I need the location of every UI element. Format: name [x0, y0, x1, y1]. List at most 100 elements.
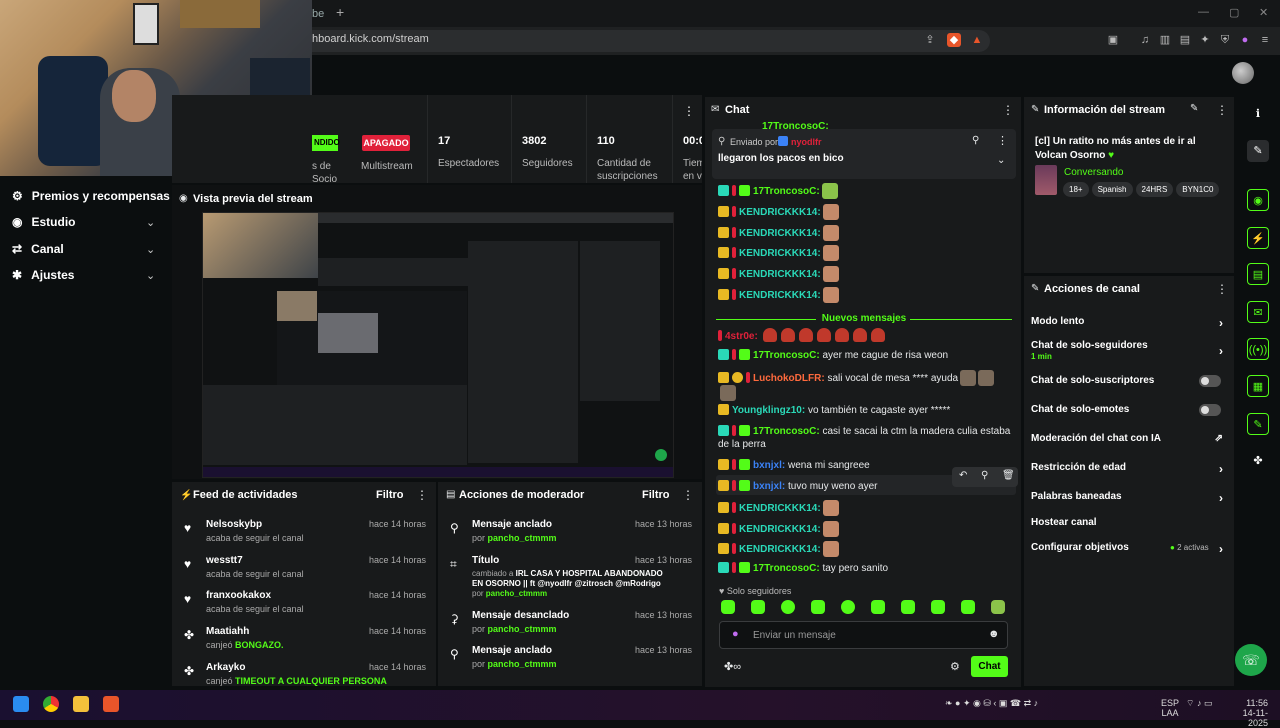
brave-shield-icon[interactable]: ◆	[947, 33, 961, 47]
chat-user[interactable]: KENDRICKKK14:	[739, 544, 821, 555]
more-icon[interactable]: ⋮	[416, 488, 428, 502]
feed-user[interactable]: wesstt7	[206, 555, 243, 566]
windows-start-icon[interactable]	[13, 696, 29, 712]
info-icon[interactable]: ℹ	[1247, 103, 1269, 125]
chat-user[interactable]: KENDRICKKK14:	[739, 207, 821, 218]
unpin-button[interactable]: ⚲	[972, 135, 979, 146]
chevron-down-icon[interactable]: ⌄	[997, 155, 1005, 166]
sidebar-item-rewards[interactable]: ⚙ Premios y recompensas	[12, 187, 170, 205]
edit-icon[interactable]: ✎	[1247, 140, 1269, 162]
feed-filter-button[interactable]: Filtro	[376, 489, 404, 501]
file-explorer-icon[interactable]	[73, 696, 89, 712]
slow-mode-row[interactable]: Modo lento ›	[1031, 316, 1227, 330]
emote-button[interactable]	[931, 600, 945, 614]
emote-button[interactable]	[841, 600, 855, 614]
more-icon[interactable]: ⋮	[1002, 103, 1014, 117]
sidebar-icon[interactable]: ▥	[1158, 33, 1172, 47]
emote-button[interactable]	[781, 600, 795, 614]
tag[interactable]: 18+	[1063, 182, 1089, 197]
chat-user[interactable]: 17TroncosoC:	[753, 563, 820, 574]
screen-icon[interactable]: ▣	[1106, 33, 1120, 47]
ai-moderation-row[interactable]: Moderación del chat con IA ⇗	[1031, 433, 1227, 447]
more-icon[interactable]: ⋮	[1216, 103, 1228, 117]
gear-icon[interactable]: ⚙	[950, 660, 960, 673]
language-indicator[interactable]: ESP LAA	[1161, 698, 1179, 718]
new-tab-button[interactable]: +	[336, 4, 344, 20]
category-name[interactable]: Conversando	[1064, 167, 1123, 178]
support-button[interactable]: ☏	[1235, 644, 1267, 676]
feed-user[interactable]: Maatiahh	[206, 626, 249, 637]
share-icon[interactable]: ⇪	[923, 33, 937, 47]
more-icon[interactable]: ⋮	[682, 488, 694, 502]
bolt-icon[interactable]: ⚡	[1247, 227, 1269, 249]
edit-icon[interactable]: ✎	[1190, 103, 1198, 114]
moderator-name[interactable]: pancho_ctmmm	[488, 533, 557, 543]
maximize-icon[interactable]: ▢	[1229, 6, 1239, 19]
emote-button[interactable]	[721, 600, 735, 614]
chat-user[interactable]: bxnjxl:	[753, 460, 785, 471]
broadcast-icon[interactable]: ((•))	[1247, 338, 1269, 360]
emote-button[interactable]	[871, 600, 885, 614]
menu-icon[interactable]: ≡	[1258, 33, 1272, 47]
close-icon[interactable]: ✕	[1259, 6, 1268, 19]
extensions-icon[interactable]: ✦	[1198, 33, 1212, 47]
sidebar-item-settings[interactable]: ✱ Ajustes	[12, 266, 74, 284]
moderator-name[interactable]: pancho_ctmmm	[488, 624, 557, 634]
minimize-icon[interactable]: —	[1198, 6, 1209, 18]
chevron-down-icon[interactable]: ⌄	[146, 269, 155, 282]
wrench-icon[interactable]: ✎	[1247, 413, 1269, 435]
goals-row[interactable]: Configurar objetivos ● 2 activas ›	[1031, 542, 1227, 556]
emote-button[interactable]	[901, 600, 915, 614]
chat-icon[interactable]: ✉	[1247, 301, 1269, 323]
music-icon[interactable]: ♫	[1138, 33, 1152, 47]
layout-icon[interactable]: ▦	[1247, 375, 1269, 397]
chrome-icon[interactable]	[43, 696, 59, 712]
moderator-name[interactable]: pancho_ctmmm	[486, 589, 547, 598]
chat-user[interactable]: 17TroncosoC:	[753, 426, 820, 437]
emote-button[interactable]	[991, 600, 1005, 614]
chat-user[interactable]: KENDRICKKK14:	[739, 269, 821, 280]
brave-rewards-icon[interactable]: ▲	[970, 33, 984, 47]
chat-user[interactable]: 17TroncosoC:	[753, 186, 820, 197]
chat-user[interactable]: KENDRICKKK14:	[739, 248, 821, 259]
emoji-icon[interactable]: ☻	[988, 628, 1000, 640]
pinned-message[interactable]: ⚲ Enviado por nyodlfr llegaron los pacos…	[712, 129, 1016, 179]
mod-filter-button[interactable]: Filtro	[642, 489, 670, 501]
tag[interactable]: BYN1C0	[1176, 182, 1220, 197]
preview-icon[interactable]: ◉	[1247, 189, 1269, 211]
more-icon[interactable]: ⋮	[1216, 282, 1228, 296]
chat-user[interactable]: KENDRICKKK14:	[739, 524, 821, 535]
feed-user[interactable]: Nelsoskybp	[206, 519, 262, 530]
moderator-name[interactable]: pancho_ctmmm	[488, 659, 557, 669]
tray-icons[interactable]: ❧ ● ✦ ◉ ⛁ ‹ ▣ ☎ ⇄ ♪	[945, 698, 1038, 709]
emote-button[interactable]	[751, 600, 765, 614]
mic-icon[interactable]: ●	[732, 628, 739, 640]
brave-icon[interactable]	[103, 696, 119, 712]
category-thumbnail[interactable]	[1035, 165, 1057, 195]
emote-button[interactable]	[961, 600, 975, 614]
profile-ext-icon[interactable]: ●	[1238, 33, 1252, 47]
delete-icon[interactable]: 🗑	[1002, 470, 1015, 481]
chat-input[interactable]: ● Enviar un mensaje ☻	[719, 621, 1008, 649]
feed-user[interactable]: Arkayko	[206, 662, 245, 673]
chat-user[interactable]: 4str0e:	[725, 331, 758, 342]
subs-only-toggle[interactable]	[1199, 375, 1221, 387]
tag[interactable]: Spanish	[1091, 182, 1133, 197]
avatar[interactable]	[1232, 62, 1254, 84]
feed-user[interactable]: franxookakox	[206, 590, 271, 601]
chat-user[interactable]: Youngklingz10:	[732, 405, 805, 416]
chat-user[interactable]: bxnjxl:	[753, 481, 785, 492]
multistream-badge[interactable]: APAGADO	[362, 135, 410, 151]
send-chat-button[interactable]: Chat	[971, 656, 1008, 677]
network-icon[interactable]: ⌔ ♪ ▭	[1186, 698, 1212, 709]
add-widget-icon[interactable]: ✤	[1247, 450, 1269, 472]
chevron-down-icon[interactable]: ⌄	[146, 243, 155, 256]
age-restriction-row[interactable]: Restricción de edad ›	[1031, 462, 1227, 476]
chat-user[interactable]: KENDRICKKK14:	[739, 228, 821, 239]
more-icon[interactable]: ⋮	[997, 134, 1008, 147]
host-channel-row[interactable]: Hostear canal	[1031, 517, 1227, 531]
emote-button[interactable]	[811, 600, 825, 614]
list-icon[interactable]: ▤	[1247, 263, 1269, 285]
wallet-icon[interactable]: ▤	[1178, 33, 1192, 47]
followers-only-row[interactable]: Chat de solo-seguidores 1 min ›	[1031, 340, 1227, 364]
